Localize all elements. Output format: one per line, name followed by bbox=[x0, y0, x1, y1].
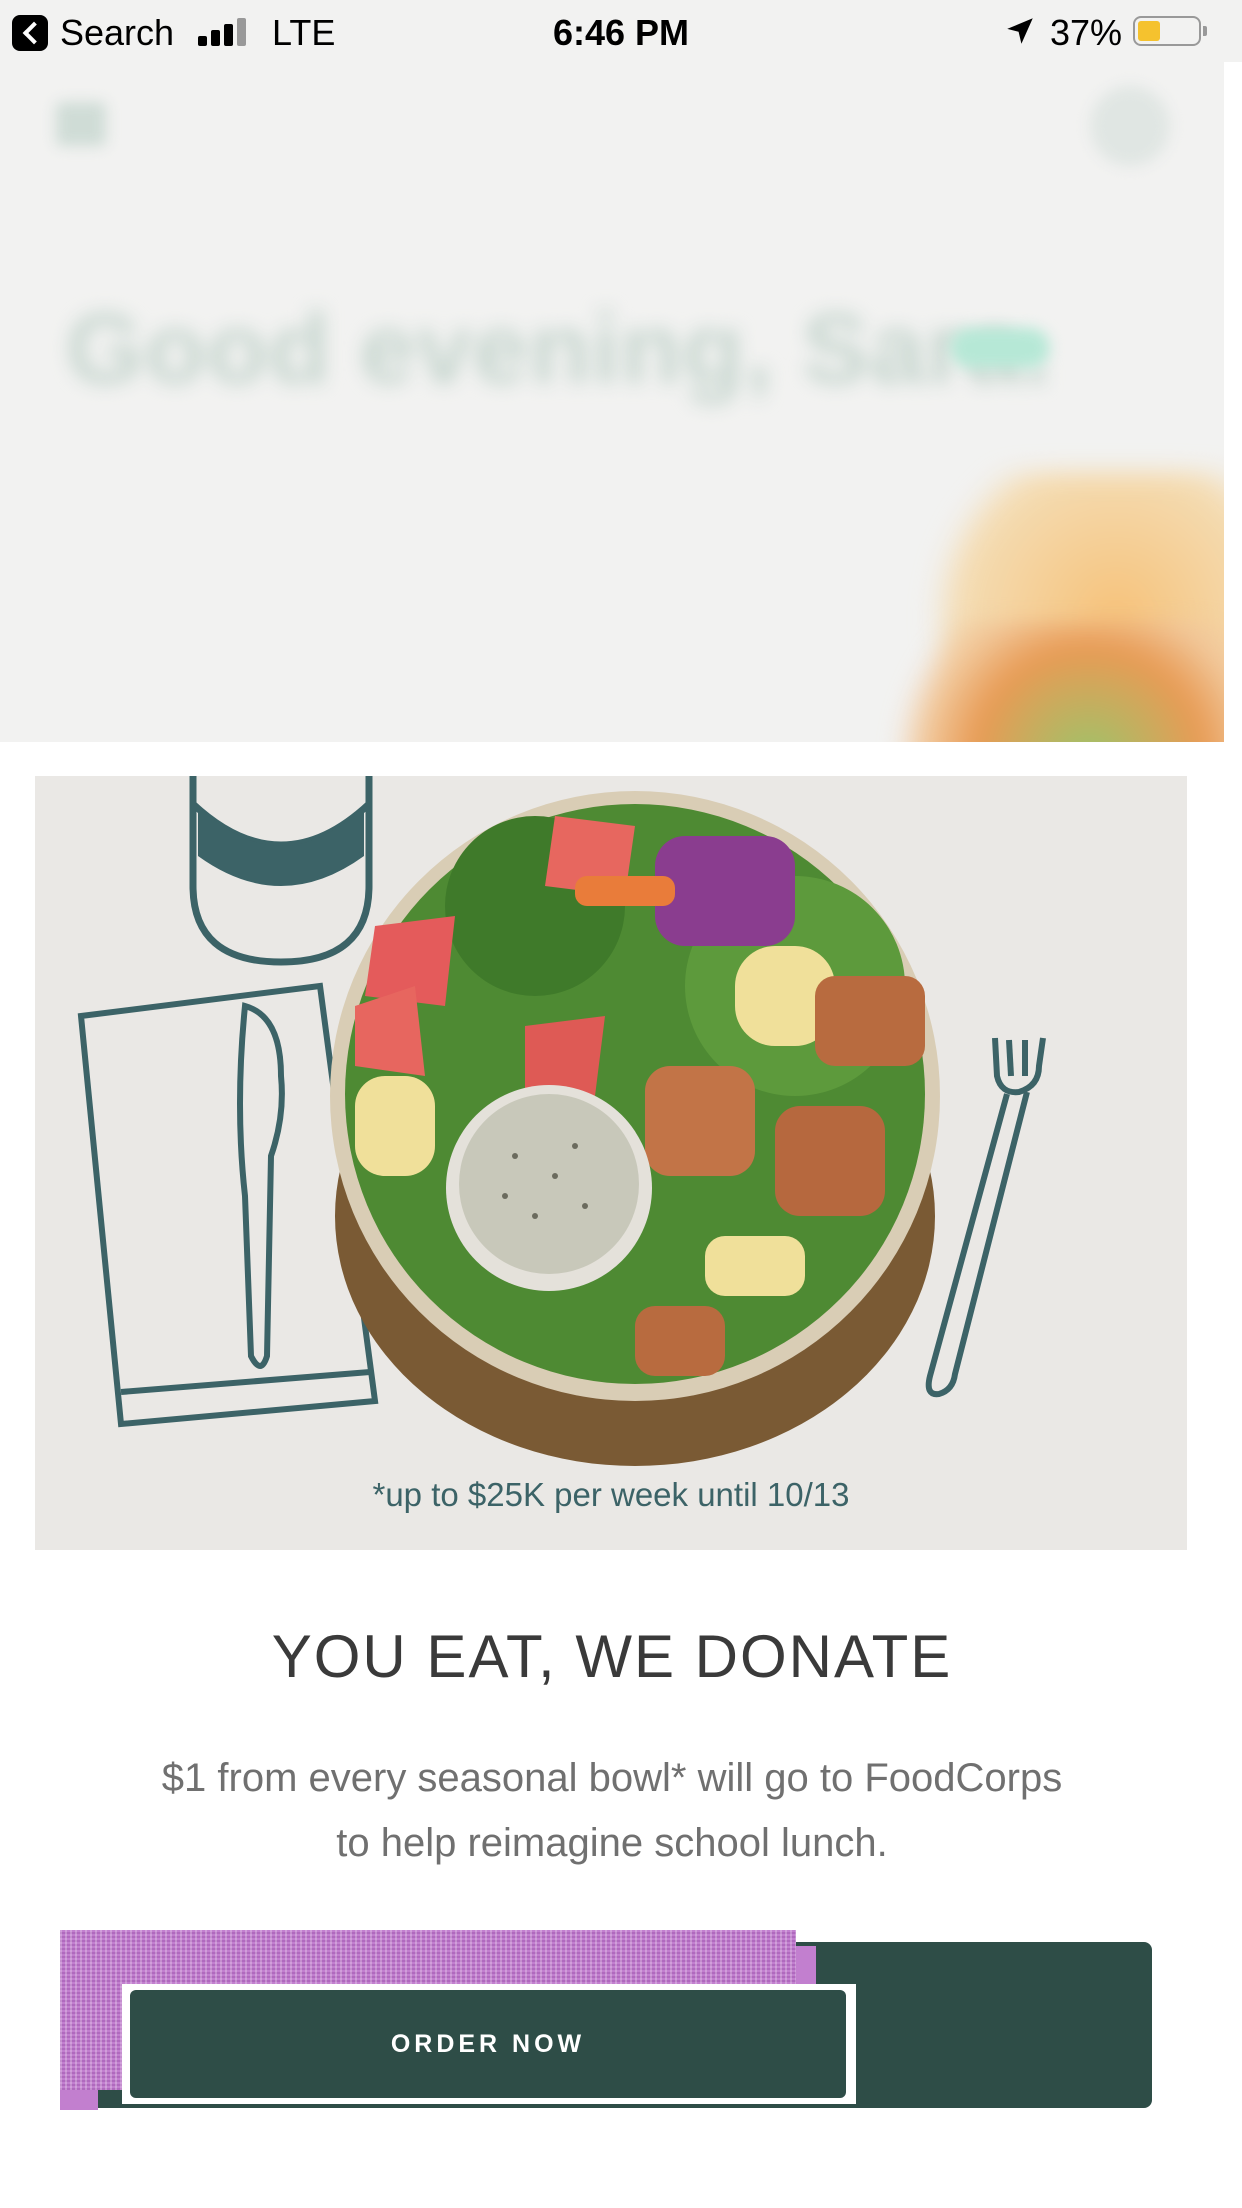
leaf-icon bbox=[950, 328, 1050, 368]
cup-lid bbox=[198, 806, 364, 886]
promo-body-line-1: $1 from every seasonal bowl* will go to … bbox=[161, 1756, 1063, 1800]
promo-footnote: *up to $25K per week until 10/13 bbox=[372, 1476, 850, 1513]
promo-body: $1 from every seasonal bowl* will go to … bbox=[80, 1746, 1144, 1876]
order-now-button[interactable]: ORDER NOW bbox=[130, 1990, 846, 2098]
status-bar: Search LTE 6:46 PM 37% bbox=[0, 0, 1242, 62]
hero-image: *up to $25K per week until 10/13 bbox=[35, 776, 1187, 1550]
battery-percent: 37% bbox=[1050, 12, 1123, 53]
battery-icon bbox=[1133, 16, 1207, 46]
promo-modal: *up to $25K per week until 10/13 YOU EAT… bbox=[0, 742, 1224, 2208]
dressing bbox=[459, 1094, 639, 1274]
account-icon bbox=[1090, 86, 1170, 166]
greeting-text: Good evening, Sara. bbox=[66, 293, 1052, 405]
promo-headline: YOU EAT, WE DONATE bbox=[271, 1623, 953, 1690]
salad-illustration bbox=[77, 776, 1046, 1466]
fork-illustration bbox=[925, 1037, 1046, 1398]
background-home-screen: Good evening, Sara. bbox=[0, 62, 1224, 742]
battery-fill bbox=[1138, 21, 1160, 41]
napkin-knife-illustration bbox=[77, 982, 379, 1428]
order-now-area: ORDER NOW bbox=[60, 1930, 1160, 2110]
menu-icon bbox=[56, 102, 106, 146]
location-arrow-icon bbox=[1007, 18, 1033, 44]
blurred-bowl-image bbox=[880, 622, 1224, 742]
promo-body-line-2: to help reimagine school lunch. bbox=[336, 1821, 888, 1865]
